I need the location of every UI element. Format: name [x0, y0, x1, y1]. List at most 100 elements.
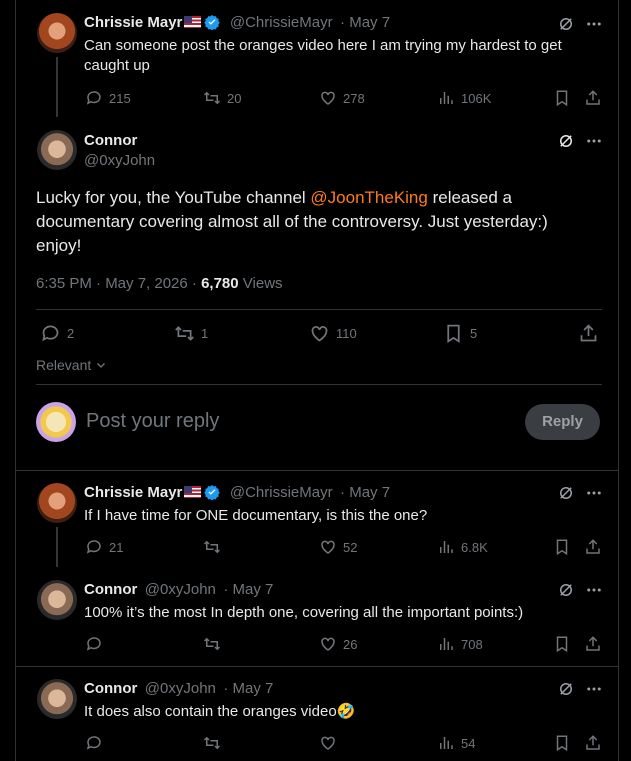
- share-icon[interactable]: [584, 635, 602, 653]
- tweet-timestamp[interactable]: 6:35 PM · May 7, 2026 ·: [36, 275, 201, 292]
- like-button[interactable]: [319, 734, 343, 752]
- share-icon[interactable]: [584, 734, 602, 752]
- retweet-icon: [203, 540, 221, 554]
- retweet-button[interactable]: 20: [203, 89, 241, 107]
- tweet-text: 100% it’s the most In depth one, coverin…: [84, 604, 524, 621]
- author-handle[interactable]: @0xyJohn: [145, 680, 216, 697]
- verified-badge-icon: [204, 485, 221, 500]
- more-icon[interactable]: [585, 484, 603, 502]
- heart-icon: [321, 637, 335, 651]
- more-icon[interactable]: [585, 680, 603, 698]
- tweet-date[interactable]: · May 7: [340, 484, 390, 501]
- user-avatar[interactable]: [36, 402, 76, 442]
- sort-dropdown[interactable]: Relevant: [36, 357, 107, 373]
- author-name[interactable]: Connor: [84, 581, 137, 598]
- share-icon[interactable]: [578, 323, 599, 344]
- tweet-date[interactable]: · May 7: [340, 14, 390, 31]
- author-handle[interactable]: @0xyJohn: [84, 152, 155, 169]
- divider: [36, 309, 602, 310]
- reply-icon: [86, 91, 101, 105]
- heart-icon: [321, 91, 335, 105]
- divider: [16, 470, 618, 471]
- grok-icon[interactable]: [557, 581, 575, 599]
- heart-icon: [321, 736, 335, 750]
- tweet-text: If I have time for ONE documentary, is t…: [84, 507, 428, 524]
- author-name[interactable]: Connor: [84, 132, 137, 149]
- retweet-icon: [203, 736, 221, 750]
- like-button[interactable]: 278: [319, 89, 365, 107]
- laughing-emoji: 🤣: [336, 703, 356, 720]
- share-icon[interactable]: [584, 89, 602, 107]
- views-button[interactable]: 106K: [437, 89, 491, 107]
- more-icon[interactable]: [585, 132, 603, 150]
- retweet-button[interactable]: [203, 635, 227, 653]
- reply-button[interactable]: 21: [85, 538, 123, 556]
- like-count: 52: [343, 539, 358, 555]
- author-handle[interactable]: @ChrissieMayr: [230, 484, 333, 501]
- grok-icon[interactable]: [557, 132, 575, 150]
- avatar[interactable]: [37, 483, 77, 523]
- tweet-date[interactable]: · May 7: [223, 581, 273, 598]
- mention-link[interactable]: @JoonTheKing: [310, 188, 427, 207]
- reply-button[interactable]: 215: [85, 89, 131, 107]
- like-button[interactable]: 52: [319, 538, 357, 556]
- author-handle[interactable]: @ChrissieMayr: [230, 14, 333, 31]
- retweet-icon: [203, 637, 221, 651]
- tweet-header: Connor @0xyJohn · May 7: [84, 581, 273, 599]
- thread-line: [56, 57, 58, 117]
- author-name[interactable]: Chrissie Mayr: [84, 484, 182, 501]
- reply-count: 2: [67, 326, 75, 341]
- retweet-button[interactable]: 1: [174, 323, 208, 344]
- grok-icon[interactable]: [557, 15, 575, 33]
- like-count: 26: [343, 636, 358, 652]
- views-button[interactable]: 6.8K: [437, 538, 488, 556]
- views-button[interactable]: 54: [437, 734, 475, 752]
- reply-input[interactable]: Post your reply: [86, 410, 219, 433]
- reply-button[interactable]: [85, 635, 109, 653]
- more-icon[interactable]: [585, 581, 603, 599]
- reply-icon: [86, 736, 101, 750]
- verified-badge-icon: [204, 15, 221, 30]
- view-count: 106K: [461, 90, 492, 106]
- views-label: Views: [238, 275, 283, 292]
- conversation-column: Chrissie Mayr @ChrissieMayr · May 7 Can …: [15, 0, 619, 761]
- author-name[interactable]: Chrissie Mayr: [84, 14, 182, 31]
- bookmark-icon[interactable]: [553, 89, 571, 107]
- tweet-text-part: It does also contain the oranges video: [84, 703, 337, 720]
- us-flag-icon: [184, 486, 202, 498]
- reply-icon: [86, 637, 101, 651]
- bookmark-icon[interactable]: [553, 734, 571, 752]
- share-icon[interactable]: [584, 538, 602, 556]
- like-button[interactable]: 26: [319, 635, 357, 653]
- reply-button[interactable]: [85, 734, 109, 752]
- retweet-button[interactable]: [203, 734, 227, 752]
- views-button[interactable]: 708: [437, 635, 483, 653]
- grok-icon[interactable]: [557, 680, 575, 698]
- bookmark-icon[interactable]: [553, 538, 571, 556]
- focused-tweet-text: Lucky for you, the YouTube channel @Joon…: [36, 186, 596, 258]
- bookmark-icon: [447, 324, 460, 344]
- avatar[interactable]: [37, 580, 77, 620]
- reply-button[interactable]: 2: [40, 323, 74, 344]
- avatar[interactable]: [37, 130, 77, 170]
- views-icon: [440, 737, 453, 749]
- tweet-date[interactable]: · May 7: [223, 680, 273, 697]
- bookmark-button[interactable]: 5: [443, 323, 477, 344]
- author-name[interactable]: Connor: [84, 680, 137, 697]
- like-button[interactable]: 110: [309, 323, 357, 344]
- more-icon[interactable]: [585, 15, 603, 33]
- retweet-button[interactable]: [203, 538, 227, 556]
- views-icon: [440, 541, 453, 553]
- reply-count: 215: [109, 90, 131, 106]
- tweet-header: Connor @0xyJohn · May 7: [84, 680, 273, 698]
- retweet-count: 1: [201, 326, 209, 341]
- retweet-count: 20: [227, 90, 242, 106]
- bookmark-icon[interactable]: [553, 635, 571, 653]
- divider: [16, 666, 618, 667]
- avatar[interactable]: [37, 13, 77, 53]
- avatar[interactable]: [37, 679, 77, 719]
- author-handle[interactable]: @0xyJohn: [145, 581, 216, 598]
- reply-submit-button[interactable]: Reply: [525, 404, 600, 440]
- grok-icon[interactable]: [557, 484, 575, 502]
- views-icon: [440, 92, 453, 104]
